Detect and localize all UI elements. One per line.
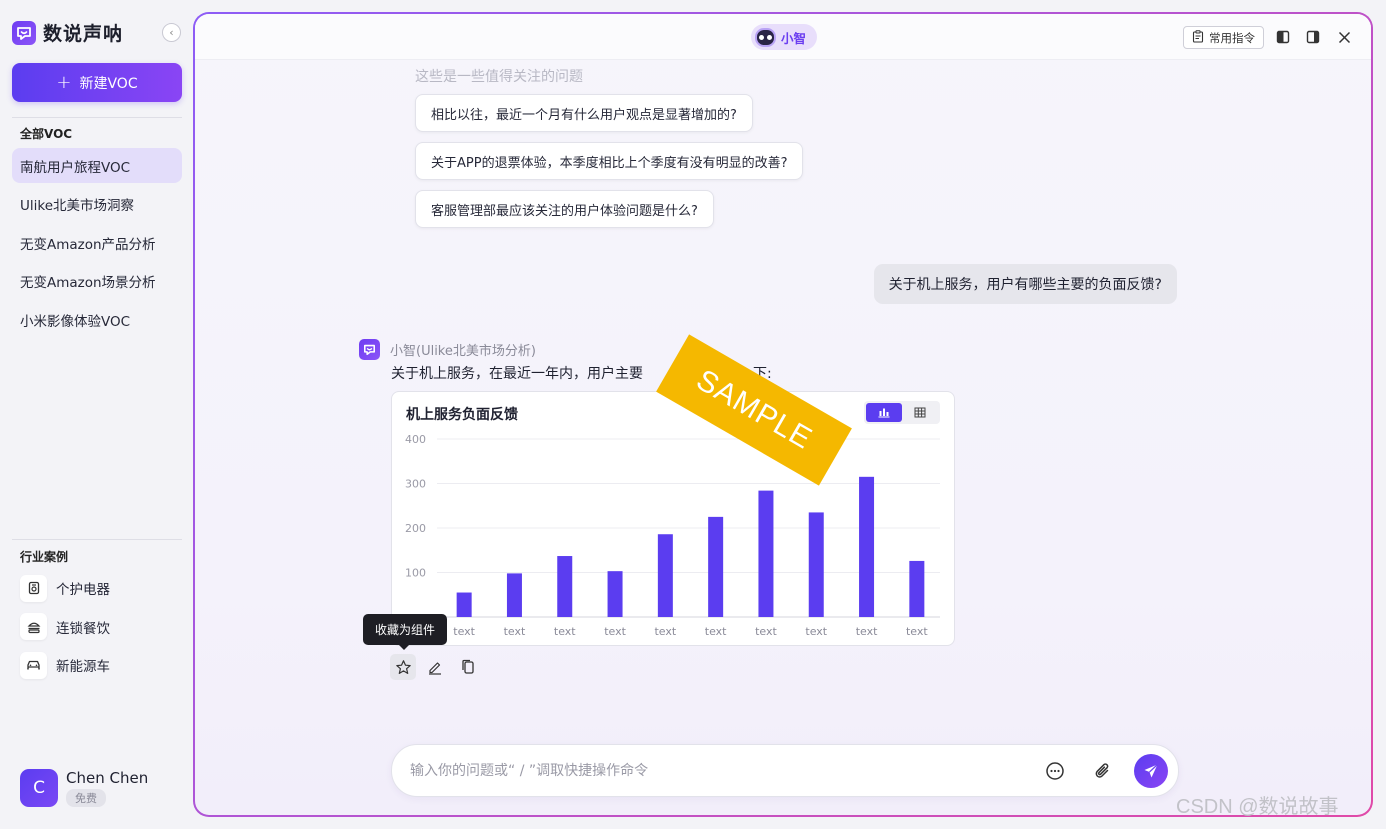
voc-item-label: 无变Amazon场景分析 (20, 275, 156, 291)
chat-bubble-icon[interactable] (1044, 760, 1066, 782)
y-tick-label: 300 (405, 478, 426, 491)
case-item-label: 新能源车 (56, 659, 110, 675)
star-icon (395, 659, 411, 674)
chat-input[interactable] (410, 760, 1010, 782)
y-tick-label: 100 (405, 567, 426, 580)
bot-pill[interactable]: 小智 (751, 24, 817, 50)
x-tick-label: text (554, 625, 576, 638)
tooltip: 收藏为组件 (363, 614, 448, 650)
bar[interactable] (758, 490, 774, 617)
x-tick-label: text (755, 625, 777, 638)
voc-item-label: 南航用户旅程VOC (20, 159, 131, 176)
bar-chart: 100 200 300 400 text text text text text text text… (405, 433, 940, 638)
plus-icon: + (56, 72, 72, 93)
car-icon (20, 651, 47, 679)
new-voc-button[interactable]: + 新建VOC (12, 63, 182, 102)
voc-item[interactable]: 小米影像体验VOC (12, 302, 182, 337)
voc-item-label: 无变Amazon产品分析 (20, 236, 156, 253)
copy-icon (462, 659, 474, 674)
case-item[interactable]: 新能源车 (20, 651, 110, 679)
pencil-icon (429, 662, 441, 675)
avatar: C (20, 769, 58, 807)
suggestion-chip[interactable]: 关于APP的退票体验，本季度相比上个季度有没有明显的改善? (415, 142, 804, 180)
x-tick-label: text (654, 625, 676, 638)
voc-item-label: 小米影像体验VOC (20, 313, 131, 330)
user-profile[interactable]: C Chen Chen 免费 (20, 769, 148, 807)
send-button[interactable] (1134, 754, 1168, 788)
paperclip-icon[interactable] (1092, 760, 1114, 782)
bot-text-head: 关于机上服务，在最近一年内，用户主要 (391, 366, 643, 382)
favorite-button[interactable] (390, 654, 416, 680)
bar[interactable] (708, 516, 724, 617)
case-list: 个护电器 连锁餐饮 新能源车 (20, 574, 110, 690)
bar[interactable] (456, 592, 472, 617)
x-tick-label: text (604, 625, 626, 638)
x-tick-label: text (906, 625, 928, 638)
appliance-icon (20, 574, 47, 602)
voc-item[interactable]: 无变Amazon场景分析 (12, 264, 182, 299)
case-item[interactable]: 个护电器 (20, 574, 110, 602)
bot-logo-icon (359, 339, 380, 360)
x-tick-label: text (856, 625, 878, 638)
bar[interactable] (506, 573, 522, 617)
y-tick-label: 400 (405, 433, 426, 446)
case-item[interactable]: 连锁餐饮 (20, 613, 110, 641)
user-message: 关于机上服务，用户有哪些主要的负面反馈? (873, 264, 1177, 304)
bot-message-header: 小智(Ulike北美市场分析) (359, 339, 536, 360)
voc-item[interactable]: Ulike北美市场洞察 (12, 187, 182, 222)
edit-button[interactable] (422, 654, 448, 680)
collapse-sidebar-button[interactable]: ‹ (162, 23, 181, 42)
bot-meta-label: 小智(Ulike北美市场分析) (390, 344, 536, 359)
common-commands-label: 常用指令 (1209, 30, 1255, 45)
new-voc-label: 新建VOC (79, 75, 138, 92)
voc-item[interactable]: 无变Amazon产品分析 (12, 225, 182, 260)
case-section-title: 行业案例 (20, 550, 69, 564)
bar[interactable] (808, 512, 824, 617)
close-icon[interactable] (1335, 28, 1353, 46)
chart-card: 机上服务负面反馈 100 200 300 400 text text text text tex… (391, 391, 955, 646)
side-panel-icon[interactable] (1304, 28, 1322, 46)
divider (12, 117, 182, 118)
burger-icon (20, 613, 47, 640)
sonar-logo-icon (12, 20, 36, 45)
x-tick-label: text (453, 625, 475, 638)
user-name: Chen Chen (66, 769, 149, 787)
chat-panel: 小智 常用指令 这些是一些值得关注的问题 相比以往，最近一个月有什么用户观点是显… (193, 12, 1373, 817)
bar[interactable] (657, 534, 673, 617)
clipboard-icon (1192, 29, 1204, 46)
x-tick-label: text (805, 625, 827, 638)
suggestion-title: 这些是一些值得关注的问题 (415, 69, 583, 85)
case-item-label: 连锁餐饮 (56, 620, 110, 637)
send-icon (1144, 764, 1158, 778)
watermark: CSDN @数说故事 (1176, 796, 1339, 818)
bar[interactable] (607, 571, 623, 617)
chevron-left-icon: ‹ (169, 26, 174, 39)
bar[interactable] (859, 476, 875, 617)
case-item-label: 个护电器 (56, 582, 110, 598)
brand-name: 数说声呐 (43, 23, 124, 45)
divider (12, 539, 182, 540)
bot-name: 小智 (781, 30, 807, 46)
suggestion-chip[interactable]: 客服管理部最应该关注的用户体验问题是什么? (415, 190, 714, 228)
voc-section-title: 全部VOC (20, 127, 73, 141)
split-view-icon[interactable] (1274, 28, 1292, 46)
brand-logo: 数说声呐 (12, 19, 123, 46)
chat-input-box (391, 744, 1179, 797)
voc-list: 南航用户旅程VOC Ulike北美市场洞察 无变Amazon产品分析 无变Ama… (12, 148, 182, 341)
bar[interactable] (909, 560, 925, 617)
voc-item[interactable]: 南航用户旅程VOC (12, 148, 182, 183)
robot-icon (755, 27, 776, 47)
x-tick-label: text (504, 625, 526, 638)
sidebar: 数说声呐 ‹ + 新建VOC 全部VOC 南航用户旅程VOC Ulike北美市场… (0, 0, 193, 829)
x-tick-label: text (705, 625, 727, 638)
voc-item-label: Ulike北美市场洞察 (20, 198, 135, 214)
top-bar: 小智 常用指令 (195, 14, 1371, 60)
plan-badge: 免费 (66, 789, 106, 807)
y-tick-label: 200 (405, 522, 426, 535)
copy-button[interactable] (455, 654, 481, 680)
bar[interactable] (557, 556, 573, 617)
common-commands-button[interactable]: 常用指令 (1183, 26, 1264, 49)
suggestion-chip[interactable]: 相比以往，最近一个月有什么用户观点是显著增加的? (415, 94, 753, 132)
